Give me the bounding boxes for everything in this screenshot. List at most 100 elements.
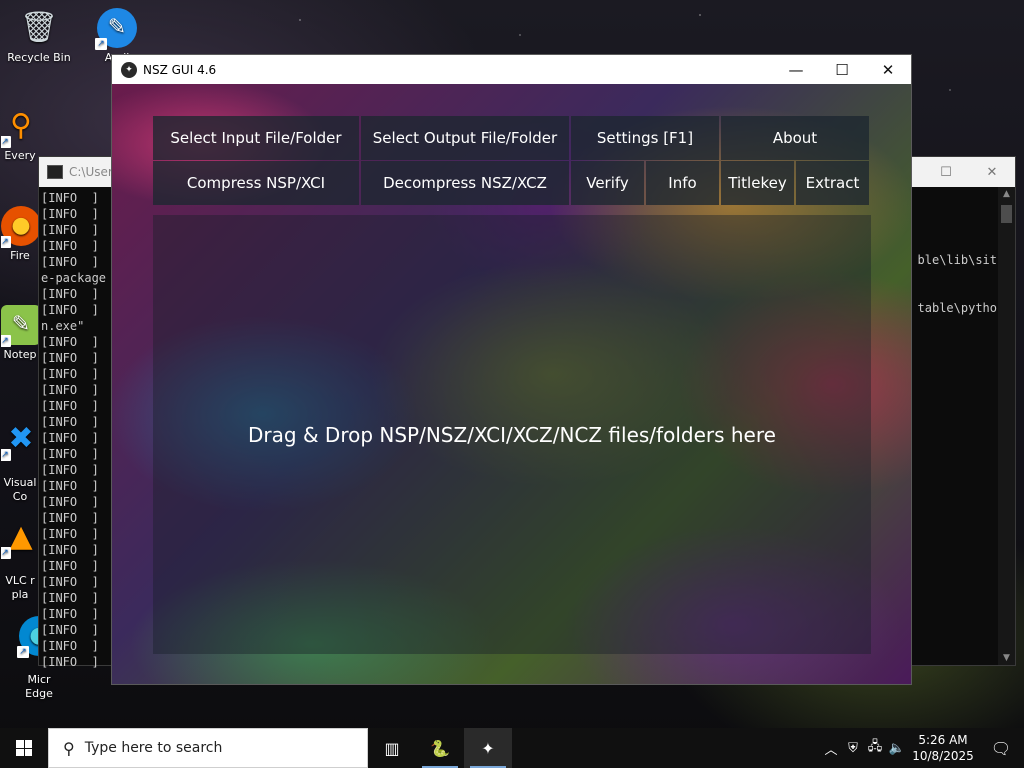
task-view-button[interactable]: ▥	[368, 728, 416, 768]
security-alert-icon[interactable]: ⛨	[842, 741, 864, 756]
button-row-1: Select Input File/Folder Select Output F…	[153, 116, 871, 160]
desktop-icon-notepad[interactable]: ✎ ↗ Notep	[1, 305, 39, 362]
console-line: [INFO ]	[41, 447, 99, 461]
compress-button[interactable]: Compress NSP/XCI	[153, 161, 359, 205]
scroll-up-arrow-icon[interactable]: ▲	[998, 189, 1015, 199]
desktop-icon-visual-studio-code[interactable]: ✖ ↗ Visual Co	[1, 405, 39, 504]
scroll-down-arrow-icon[interactable]: ▼	[998, 653, 1015, 663]
extract-button[interactable]: Extract	[796, 161, 869, 205]
windows-logo-icon	[16, 740, 32, 756]
taskbar-nsz-gui[interactable]: ✦	[464, 728, 512, 768]
shortcut-arrow-icon: ↗	[1, 136, 11, 148]
vlc-cone-icon: ▲ ↗	[1, 517, 39, 559]
app-titlebar[interactable]: ✦ NSZ GUI 4.6 — ☐ ✕	[112, 55, 911, 84]
maximize-button[interactable]: ☐	[819, 55, 865, 84]
console-line: [INFO ]	[41, 495, 99, 509]
drop-zone[interactable]: Drag & Drop NSP/NSZ/XCI/XCZ/NCZ files/fo…	[153, 215, 871, 654]
about-button[interactable]: About	[721, 116, 869, 160]
console-output: [INFO ] [INFO ] [INFO ] [INFO ] [INFO ] e-pac…	[41, 190, 106, 670]
console-line: [INFO ]	[41, 559, 99, 573]
search-placeholder: Type here to search	[84, 740, 223, 756]
search-icon: ⚲	[63, 738, 75, 758]
console-line: [INFO ]	[41, 623, 99, 637]
desktop-icon-label: Fire	[10, 249, 30, 262]
select-output-button[interactable]: Select Output File/Folder	[361, 116, 569, 160]
clock-time: 5:26 AM	[918, 733, 968, 747]
app-window-controls: — ☐ ✕	[773, 55, 911, 84]
start-button[interactable]	[0, 728, 48, 768]
console-window-controls: ☐ ✕	[923, 157, 1015, 187]
nsz-gui-window[interactable]: ✦ NSZ GUI 4.6 — ☐ ✕ Select Input File/Fo…	[111, 54, 912, 685]
desktop-icon-label: Visual Co	[3, 476, 37, 503]
console-line: [INFO ]	[41, 543, 99, 557]
app-title: NSZ GUI 4.6	[143, 62, 217, 77]
shortcut-arrow-icon: ↗	[1, 547, 11, 559]
notifications-button[interactable]: 🗨	[978, 728, 1024, 768]
taskbar-python-app[interactable]: 🐍	[416, 728, 464, 768]
show-hidden-icons-chevron-icon[interactable]: ︿	[820, 739, 842, 758]
console-line: e-package	[41, 271, 107, 285]
console-scroll-thumb[interactable]	[1001, 205, 1012, 223]
desktop-icon-recycle-bin[interactable]: 🗑 Recycle Bin	[1, 8, 77, 65]
python-icon: 🐍	[430, 738, 450, 758]
console-line: [INFO ]	[41, 351, 99, 365]
console-line: [INFO ]	[41, 367, 99, 381]
desktop-icon-label: Notep	[3, 348, 37, 361]
button-grid: Select Input File/Folder Select Output F…	[153, 116, 871, 206]
vscode-icon: ✖ ↗	[1, 419, 39, 461]
console-output-path-1: ble\lib\sit	[917, 253, 997, 267]
app-body: Select Input File/Folder Select Output F…	[112, 84, 911, 684]
console-line: [INFO ]	[41, 511, 99, 525]
settings-button[interactable]: Settings [F1]	[571, 116, 719, 160]
desktop-icon-firefox[interactable]: ● ↗ Fire	[1, 206, 39, 263]
titlekey-button[interactable]: Titlekey	[721, 161, 794, 205]
shortcut-arrow-icon: ↗	[1, 236, 11, 248]
console-line: [INFO ]	[41, 223, 99, 237]
console-line: [INFO ]	[41, 575, 99, 589]
taskbar-search-box[interactable]: ⚲ Type here to search	[48, 728, 368, 768]
info-button[interactable]: Info	[646, 161, 719, 205]
shortcut-arrow-icon: ↗	[1, 449, 11, 461]
console-line: [INFO ]	[41, 527, 99, 541]
firefox-icon: ● ↗	[1, 206, 39, 248]
shortcut-arrow-icon: ↗	[1, 335, 11, 347]
console-line: [INFO ]	[41, 655, 99, 669]
task-view-icon: ▥	[384, 738, 400, 758]
console-line: n.exe"	[41, 319, 85, 333]
audio-app-icon: ✎ ↗	[95, 8, 137, 50]
nsz-app-icon: ✦	[481, 738, 495, 758]
close-button[interactable]: ✕	[865, 55, 911, 84]
console-maximize-button[interactable]: ☐	[923, 157, 969, 187]
select-input-button[interactable]: Select Input File/Folder	[153, 116, 359, 160]
volume-icon[interactable]: 🔈	[886, 741, 908, 756]
decompress-button[interactable]: Decompress NSZ/XCZ	[361, 161, 569, 205]
console-line: [INFO ]	[41, 431, 99, 445]
minimize-button[interactable]: —	[773, 55, 819, 84]
shortcut-arrow-icon: ↗	[95, 38, 107, 50]
desktop-icon-everything[interactable]: ⚲ ↗ Every	[1, 106, 39, 163]
console-line: [INFO ]	[41, 639, 99, 653]
clock-date: 10/8/2025	[912, 749, 974, 763]
console-line: [INFO ]	[41, 591, 99, 605]
console-line: [INFO ]	[41, 335, 99, 349]
drop-zone-label: Drag & Drop NSP/NSZ/XCI/XCZ/NCZ files/fo…	[248, 422, 776, 447]
taskbar-clock[interactable]: 5:26 AM 10/8/2025	[908, 732, 978, 764]
console-line: [INFO ]	[41, 383, 99, 397]
desktop-icon-label: Recycle Bin	[7, 51, 71, 64]
console-line: [INFO ]	[41, 239, 99, 253]
desktop-icon-label: Micr Edge	[25, 673, 53, 700]
verify-button[interactable]: Verify	[571, 161, 644, 205]
network-icon[interactable]: 🖧	[864, 737, 886, 759]
console-line: [INFO ]	[41, 415, 99, 429]
console-line: [INFO ]	[41, 191, 99, 205]
console-scrollbar[interactable]: ▲ ▼	[998, 187, 1015, 665]
taskbar: ⚲ Type here to search ▥ 🐍 ✦ ︿ ⛨ 🖧 🔈 5:26…	[0, 728, 1024, 768]
shortcut-arrow-icon: ↗	[17, 646, 29, 658]
console-line: [INFO ]	[41, 255, 99, 269]
desktop-icon-vlc[interactable]: ▲ ↗ VLC r pla	[1, 503, 39, 602]
notification-icon: 🗨	[990, 738, 1012, 758]
system-tray: ︿ ⛨ 🖧 🔈 5:26 AM 10/8/2025 🗨	[820, 728, 1024, 768]
notepad-icon: ✎ ↗	[1, 305, 39, 347]
console-line: [INFO ]	[41, 479, 99, 493]
console-close-button[interactable]: ✕	[969, 157, 1015, 187]
